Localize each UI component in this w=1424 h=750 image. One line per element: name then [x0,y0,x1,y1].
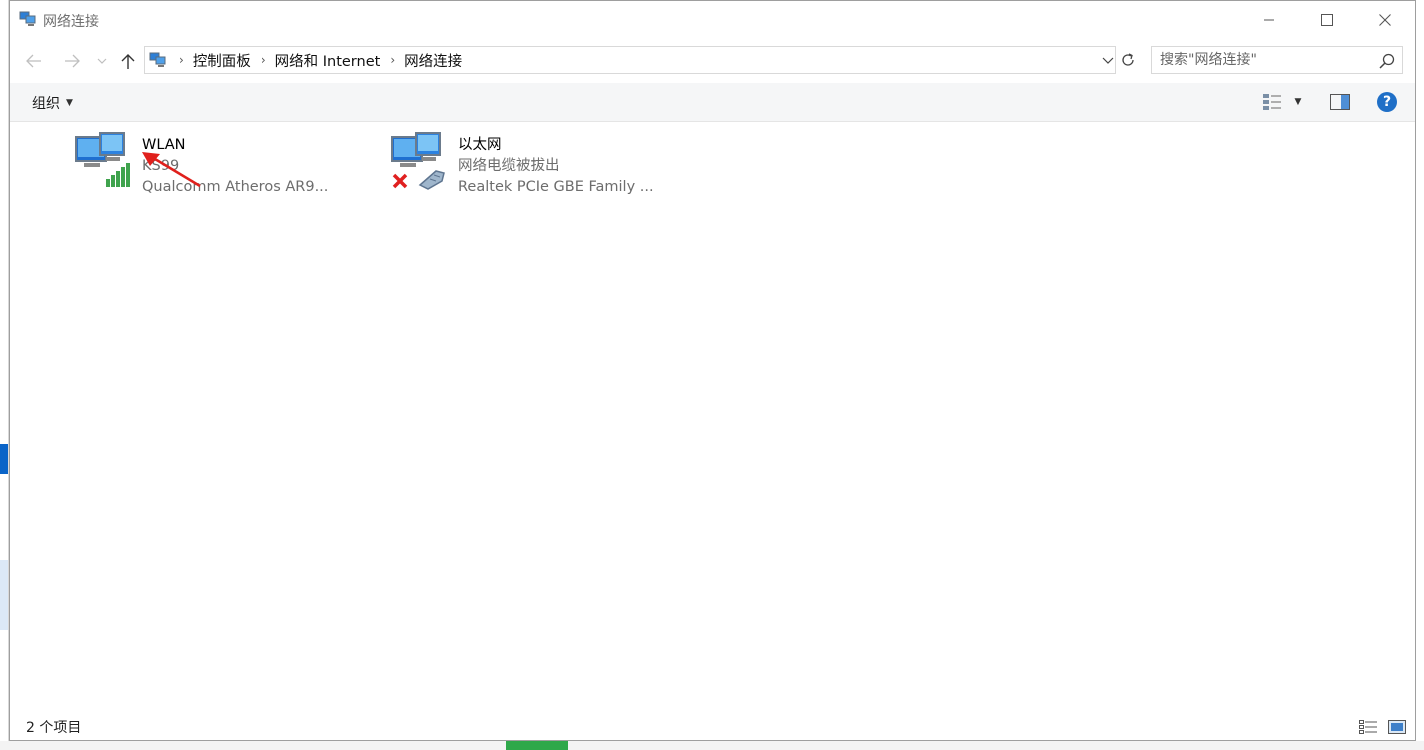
breadcrumb-control-panel[interactable]: 控制面板 [193,50,251,71]
breadcrumb-separator[interactable]: › [390,53,395,67]
breadcrumb-network-internet[interactable]: 网络和 Internet [275,50,381,71]
network-connections-icon [19,11,36,26]
control-panel-icon [149,52,166,67]
title-bar[interactable]: 网络连接 [10,1,1415,39]
minimize-button[interactable] [1240,1,1298,39]
change-view-button[interactable] [1260,91,1284,113]
minimize-icon [1264,19,1274,21]
breadcrumb-separator[interactable]: › [261,53,266,67]
address-history-dropdown[interactable] [1099,50,1117,70]
forward-button[interactable] [58,49,86,73]
back-button[interactable] [20,49,48,73]
details-view-button[interactable] [1358,718,1378,736]
address-bar[interactable]: › 控制面板 › 网络和 Internet › 网络连接 [144,46,1116,74]
connections-list: WLAN KS99 Qualcomm Atheros AR9... 以太网 网络… [10,123,1415,708]
arrow-left-icon [26,54,41,68]
window-title: 网络连接 [43,14,99,30]
taskbar-edge [0,741,1424,750]
arrow-up-icon [121,54,135,69]
large-icons-view-icon [1388,720,1406,734]
connection-item-ethernet[interactable]: 以太网 网络电缆被拔出 Realtek PCIe GBE Family ... [390,131,680,201]
maximize-button[interactable] [1298,1,1356,39]
help-icon: ? [1377,92,1397,112]
command-bar: 组织 ▼ ▼ ? [10,83,1415,122]
up-button[interactable] [114,49,142,73]
recent-locations-button[interactable] [94,49,110,73]
organize-menu-button[interactable]: 组织 ▼ [26,83,79,122]
connection-network: 网络电缆被拔出 [458,158,560,174]
ethernet-disconnected-icon [391,132,445,190]
breadcrumb-network-connections[interactable]: 网络连接 [404,50,462,71]
chevron-down-icon [97,58,107,64]
background-panel [0,560,8,630]
caret-down-icon: ▼ [66,97,73,108]
wifi-signal-icon [75,132,130,187]
search-input[interactable] [1152,47,1372,73]
connection-name: 以太网 [458,137,502,153]
connection-details: WLAN KS99 Qualcomm Atheros AR9... [142,135,328,198]
search-box[interactable] [1151,46,1403,74]
close-button[interactable] [1356,1,1414,39]
connection-details: 以太网 网络电缆被拔出 Realtek PCIe GBE Family ... [458,135,654,198]
preview-pane-button[interactable] [1328,91,1352,113]
maximize-icon [1321,14,1333,26]
connection-network: KS99 [142,158,180,174]
organize-label: 组织 [32,95,60,112]
taskbar-app-icon[interactable] [506,741,568,750]
search-icon[interactable] [1378,52,1396,70]
refresh-button[interactable] [1117,48,1139,72]
connection-adapter: Qualcomm Atheros AR9... [142,179,329,195]
navigation-bar: › 控制面板 › 网络和 Internet › 网络连接 [10,39,1415,83]
preview-pane-icon [1330,94,1350,110]
view-options-dropdown[interactable]: ▼ [1290,91,1306,113]
large-icons-view-button[interactable] [1387,718,1407,736]
close-icon [1379,14,1391,26]
details-view-icon [1359,720,1377,734]
connection-item-wlan[interactable]: WLAN KS99 Qualcomm Atheros AR9... [74,131,354,201]
refresh-icon [1122,53,1134,66]
connection-name: WLAN [142,137,186,153]
item-count: 2 个项目 [26,720,82,736]
view-options-icon [1263,94,1281,110]
arrow-right-icon [65,54,80,68]
breadcrumb: › 控制面板 › 网络和 Internet › 网络连接 [173,47,462,73]
connection-adapter: Realtek PCIe GBE Family ... [458,179,654,195]
caret-down-icon: ▼ [1294,97,1302,107]
chevron-down-icon [1102,57,1114,64]
breadcrumb-separator[interactable]: › [179,53,184,67]
status-bar: 2 个项目 [10,713,1415,741]
background-window-left [0,0,9,750]
background-accent [0,444,8,474]
network-connections-window: 网络连接 › 控制面板 › 网络和 Internet › 网络连接 搜索"网络连… [9,0,1416,741]
help-button[interactable]: ? [1375,91,1399,113]
